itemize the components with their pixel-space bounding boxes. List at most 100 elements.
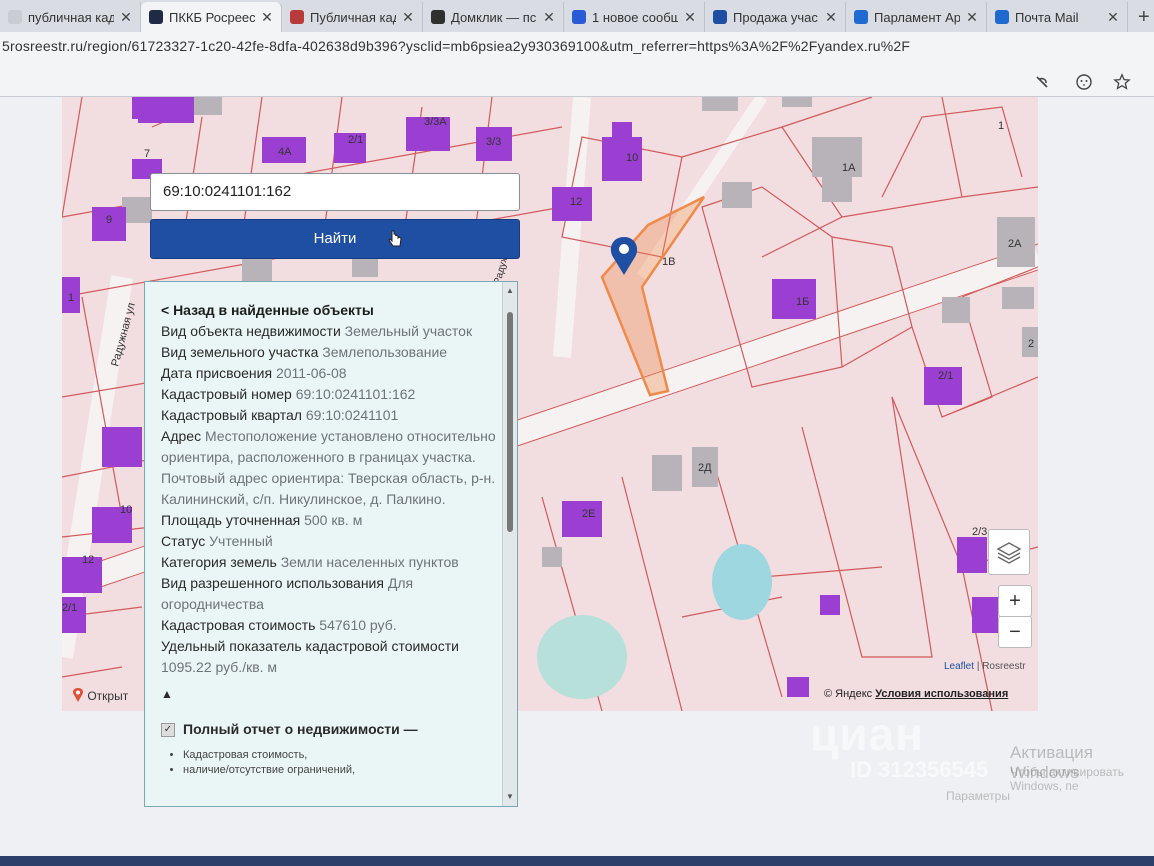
map-label: 4А xyxy=(278,146,292,158)
browser-tab[interactable]: 1 новое сообщ ✕ xyxy=(564,2,705,32)
report-item: наличие/отсутствие ограничений, xyxy=(183,763,497,778)
info-field: Кадастровый квартал 69:10:0241101 xyxy=(161,405,497,426)
tab-favicon-icon xyxy=(290,10,304,24)
scroll-up-icon[interactable]: ▲ xyxy=(503,284,517,298)
map-label: 1А xyxy=(842,162,856,174)
tab-title: ПККБ Росреест xyxy=(169,9,255,25)
url-field[interactable]: 5rosreestr.ru/region/61723327-1c20-42fe-… xyxy=(2,38,910,54)
info-field-value: 2011-06-08 xyxy=(275,365,347,381)
collapse-toggle[interactable]: ▲ xyxy=(161,684,497,705)
hand-cursor-icon xyxy=(388,230,402,247)
attribution-separator: | xyxy=(976,661,980,672)
browser-tab[interactable]: публичная кад ✕ xyxy=(0,2,141,32)
tab-favicon-icon xyxy=(572,10,586,24)
windows-activation-text: Чтобы активировать Windows, пе xyxy=(1010,765,1124,793)
info-field: Адрес Местоположение установлено относит… xyxy=(161,426,497,510)
map-label: 2/3 xyxy=(972,526,987,538)
close-tab-icon[interactable]: ✕ xyxy=(1107,9,1119,26)
map-label: 1 xyxy=(68,292,74,304)
info-field-label: Вид разрешенного использования xyxy=(161,575,384,591)
browser-tab[interactable]: Продажа учас ✕ xyxy=(705,2,846,32)
info-field: Кадастровый номер 69:10:0241101:162 xyxy=(161,384,497,405)
emoji-icon[interactable] xyxy=(1074,72,1094,92)
scroll-down-icon[interactable]: ▼ xyxy=(503,790,517,804)
browser-tab[interactable]: Почта Mail ✕ xyxy=(987,2,1128,32)
favorites-icon[interactable] xyxy=(1112,72,1132,92)
zoom-out-button[interactable]: − xyxy=(998,616,1032,648)
page: 4А 2/1 3/3А 3/3 10 12 1А 1 1В 1Б 2А 2/1 … xyxy=(0,97,1154,857)
location-pin-icon xyxy=(73,688,83,702)
info-field-value: Землепользование xyxy=(322,344,448,360)
info-field-label: Статус xyxy=(161,533,206,549)
zoom-in-button[interactable]: + xyxy=(998,585,1032,617)
info-field-value: 69:10:0241101 xyxy=(305,407,399,423)
yandex-attribution: © Яндекс Условия использования xyxy=(824,688,1008,700)
close-tab-icon[interactable]: ✕ xyxy=(966,9,978,26)
new-tab-button[interactable]: + xyxy=(1128,2,1154,32)
close-tab-icon[interactable]: ✕ xyxy=(402,9,414,26)
info-field-label: Площадь уточненная xyxy=(161,512,301,528)
open-in-yandex-link[interactable]: Открыт xyxy=(72,688,128,703)
map-label: 12 xyxy=(570,196,582,208)
scroll-thumb[interactable] xyxy=(507,312,513,532)
object-info-panel[interactable]: < Назад в найденные объекты Вид объекта … xyxy=(144,281,518,807)
map-label: 2/1 xyxy=(62,602,77,614)
close-tab-icon[interactable]: ✕ xyxy=(543,9,555,26)
close-tab-icon[interactable]: ✕ xyxy=(684,9,696,26)
info-field: Вид объекта недвижимости Земельный участ… xyxy=(161,321,497,342)
info-field-value: 500 кв. м xyxy=(304,512,363,528)
map-label: 7 xyxy=(144,148,150,160)
map-label: 3/3 xyxy=(486,136,501,148)
info-field-value: Местоположение установлено относительно … xyxy=(161,428,496,507)
close-tab-icon[interactable]: ✕ xyxy=(261,9,273,26)
browser-tab[interactable]: Публичная кад ✕ xyxy=(282,2,423,32)
back-to-results-link[interactable]: < Назад в найденные объекты xyxy=(161,300,497,321)
panel-scrollbar[interactable]: ▲ ▼ xyxy=(502,282,517,806)
tab-bar: публичная кад ✕ ПККБ Росреест ✕ Публичная ка… xyxy=(0,0,1154,32)
cadastral-search-input[interactable]: 69:10:0241101:162 xyxy=(150,173,520,211)
info-field-value: 547610 руб. xyxy=(319,617,397,633)
info-field: Дата присвоения 2011-06-08 xyxy=(161,363,497,384)
map-label: 10 xyxy=(626,152,638,164)
map-label: 2/1 xyxy=(348,134,363,146)
incognito-icon[interactable] xyxy=(1032,72,1052,92)
info-field-value: Земельный участок xyxy=(344,323,473,339)
info-field: Категория земель Земли населенных пункто… xyxy=(161,552,497,573)
browser-tab[interactable]: ПККБ Росреест ✕ xyxy=(141,2,282,32)
map-label: 1 xyxy=(998,120,1004,132)
info-field: Вид разрешенного использования Для огоро… xyxy=(161,573,497,615)
info-field: Вид земельного участка Землепользование xyxy=(161,342,497,363)
close-tab-icon[interactable]: ✕ xyxy=(120,9,132,26)
tab-favicon-icon xyxy=(431,10,445,24)
tab-favicon-icon xyxy=(8,10,22,24)
map-label: 1Б xyxy=(796,296,809,308)
info-field-label: Категория земель xyxy=(161,554,277,570)
info-field-label: Вид земельного участка xyxy=(161,344,319,360)
info-field-label: Вид объекта недвижимости xyxy=(161,323,341,339)
info-field-label: Кадастровая стоимость xyxy=(161,617,316,633)
report-title: Полный отчет о недвижимости — xyxy=(183,721,418,737)
report-checkbox[interactable]: ✓ xyxy=(161,722,175,737)
full-report-option[interactable]: ✓ Полный отчет о недвижимости — xyxy=(161,719,497,740)
terms-link[interactable]: Условия использования xyxy=(875,688,1008,700)
leaflet-link[interactable]: Leaflet xyxy=(944,661,974,672)
address-bar: 5rosreestr.ru/region/61723327-1c20-42fe-… xyxy=(0,32,1154,97)
find-button[interactable]: Найти xyxy=(150,219,520,259)
report-items: Кадастровая стоимость, наличие/отсутстви… xyxy=(161,748,497,778)
open-link-label: Открыт xyxy=(87,689,129,703)
browser-tab[interactable]: Парламент Ар ✕ xyxy=(846,2,987,32)
close-tab-icon[interactable]: ✕ xyxy=(825,9,837,26)
info-field: Статус Учтенный xyxy=(161,531,497,552)
map-label: 1В xyxy=(662,256,675,268)
info-field: Удельный показатель кадастровой стоимост… xyxy=(161,636,497,678)
map-label: 3/3А xyxy=(424,116,447,128)
map-label: 2А xyxy=(1008,238,1022,250)
tab-title: Почта Mail xyxy=(1015,9,1079,25)
browser-tab[interactable]: Домклик — пс ✕ xyxy=(423,2,564,32)
tab-favicon-icon xyxy=(995,10,1009,24)
tab-favicon-icon xyxy=(854,10,868,24)
info-field-label: Кадастровый номер xyxy=(161,386,292,402)
layers-icon[interactable] xyxy=(988,529,1030,575)
tab-title: 1 новое сообщ xyxy=(592,9,678,25)
cian-watermark-id: ID 312356545 xyxy=(850,757,989,782)
